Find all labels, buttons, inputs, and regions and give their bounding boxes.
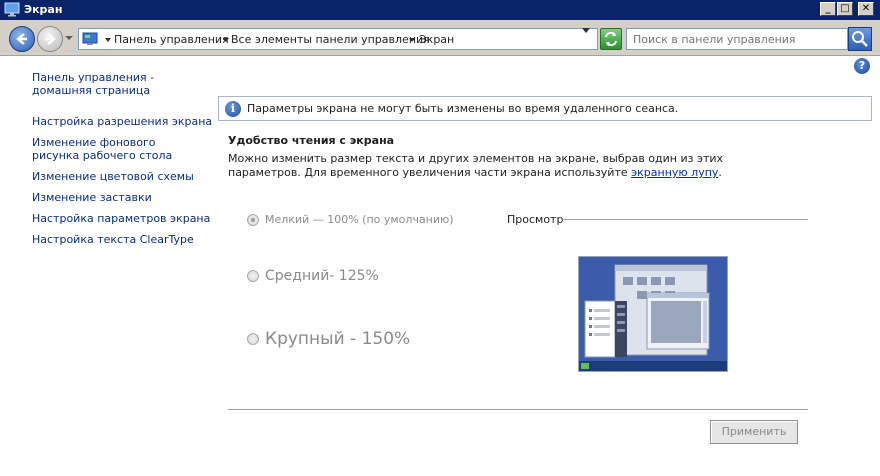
magnifier-link[interactable]: экранную лупу <box>631 166 718 179</box>
refresh-icon <box>605 31 617 47</box>
address-dropdown[interactable] <box>582 28 590 33</box>
address-bar: Панель управления Все элементы панели уп… <box>0 20 880 56</box>
info-bar: i Параметры экрана не могут быть изменен… <box>218 96 872 121</box>
breadcrumb-display[interactable]: Экран <box>419 33 454 46</box>
option-small-label: Мелкий — 100% (по умолчанию) <box>265 213 454 226</box>
description-end: . <box>718 166 722 179</box>
window-title: Экран <box>24 3 63 16</box>
recent-pages-dropdown[interactable] <box>65 36 73 40</box>
address-field[interactable]: Панель управления Все элементы панели уп… <box>78 28 598 50</box>
close-button[interactable]: ✕ <box>858 2 874 16</box>
arrow-right-icon <box>45 33 56 45</box>
breadcrumb-all-items[interactable]: Все элементы панели управления <box>231 33 430 46</box>
apply-button[interactable]: Применить <box>710 420 798 444</box>
title-bar: Экран _ □ ✕ <box>0 0 880 20</box>
breadcrumb-control-panel[interactable]: Панель управления <box>114 33 229 46</box>
search-icon <box>852 31 868 47</box>
refresh-button[interactable] <box>600 28 622 50</box>
radio-medium[interactable] <box>247 270 259 282</box>
option-large-label: Крупный - 150% <box>265 329 411 349</box>
sidebar-item-home[interactable]: Панель управления - домашняя страница <box>32 71 202 97</box>
description: Можно изменить размер текста и других эл… <box>228 152 788 180</box>
preview-divider <box>561 219 808 220</box>
sidebar-item-color-scheme[interactable]: Изменение цветовой схемы <box>32 170 194 183</box>
bottom-divider <box>228 409 808 410</box>
sidebar-item-background[interactable]: Изменение фонового рисунка рабочего стол… <box>32 136 192 162</box>
back-button[interactable] <box>9 26 35 52</box>
maximize-button[interactable]: □ <box>837 2 853 16</box>
preview-image <box>578 256 728 372</box>
help-icon[interactable]: ? <box>854 58 870 74</box>
search-button[interactable] <box>848 27 872 51</box>
option-medium-label: Средний- 125% <box>265 268 379 284</box>
radio-large[interactable] <box>247 333 259 345</box>
sidebar-item-cleartype[interactable]: Настройка текста ClearType <box>32 233 194 246</box>
option-small[interactable]: Мелкий — 100% (по умолчанию) <box>247 213 454 226</box>
option-large[interactable]: Крупный - 150% <box>247 329 410 349</box>
sidebar-item-resolution[interactable]: Настройка разрешения экрана <box>32 115 212 128</box>
display-icon <box>4 2 20 17</box>
preview-label: Просмотр <box>507 213 564 226</box>
chevron-down-icon[interactable] <box>105 38 111 42</box>
section-title: Удобство чтения с экрана <box>228 134 395 147</box>
minimize-button[interactable]: _ <box>820 2 836 16</box>
info-icon: i <box>225 101 241 117</box>
info-text: Параметры экрана не могут быть изменены … <box>247 102 679 115</box>
radio-small[interactable] <box>247 214 259 226</box>
option-medium[interactable]: Средний- 125% <box>247 268 379 284</box>
chevron-down-icon[interactable] <box>223 38 229 42</box>
search-input[interactable] <box>626 28 848 50</box>
chevron-down-icon[interactable] <box>409 38 415 42</box>
sidebar-item-screensaver[interactable]: Изменение заставки <box>32 191 152 204</box>
control-panel-icon <box>82 31 98 50</box>
forward-button[interactable] <box>37 26 63 52</box>
arrow-left-icon <box>16 33 27 45</box>
sidebar-item-display-settings[interactable]: Настройка параметров экрана <box>32 212 210 225</box>
